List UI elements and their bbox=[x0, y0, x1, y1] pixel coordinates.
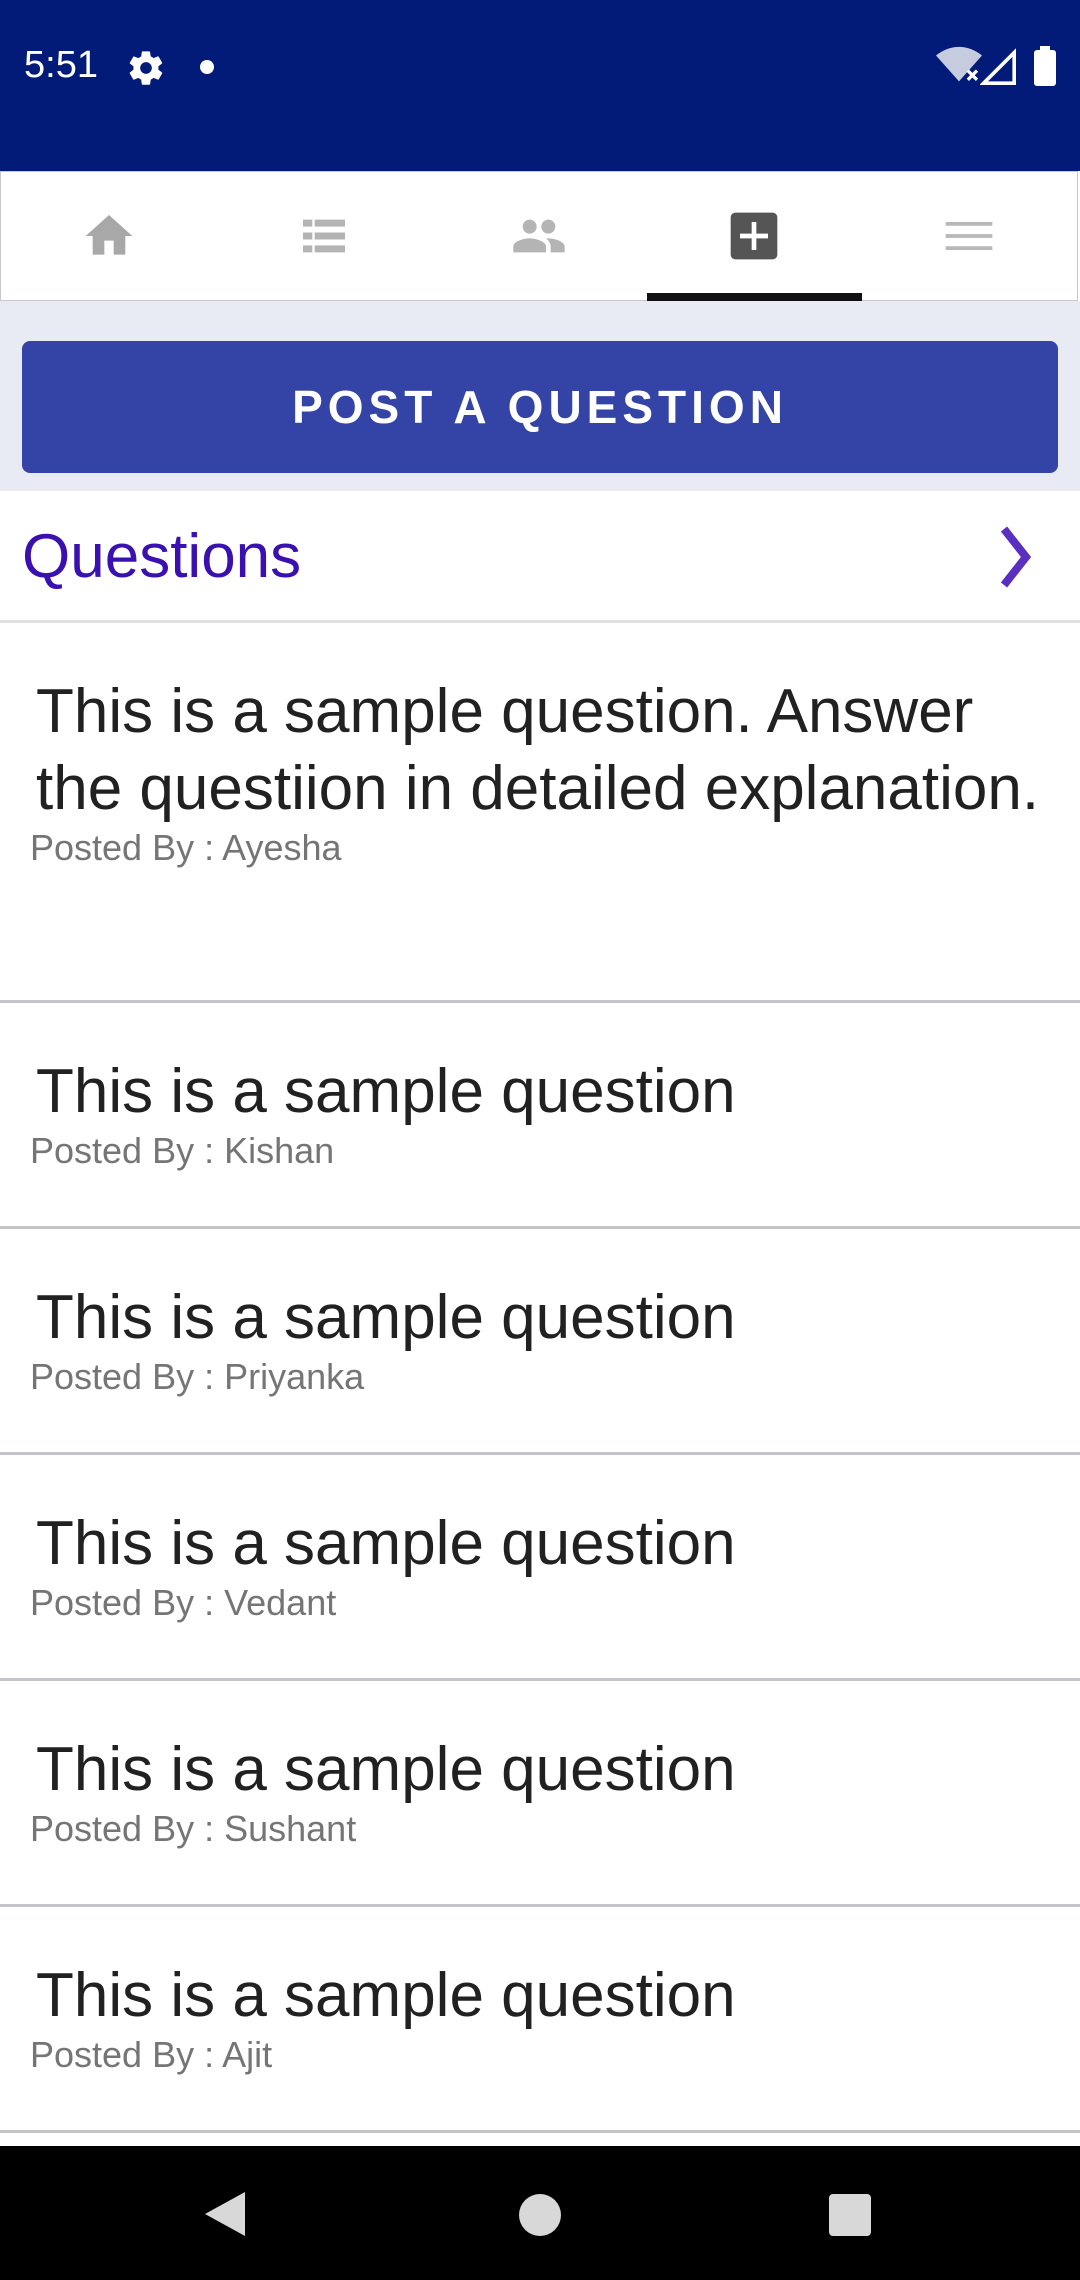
people-icon bbox=[513, 219, 565, 253]
question-item[interactable]: This is a sample question Posted By : Ve… bbox=[0, 1455, 1080, 1681]
back-icon[interactable] bbox=[204, 2192, 246, 2236]
gear-icon bbox=[129, 51, 163, 85]
signal-icon bbox=[980, 48, 1016, 85]
question-item[interactable]: This is a sample question Posted By : Ki… bbox=[0, 1003, 1080, 1229]
posted-by: Posted By : Ajit bbox=[30, 2034, 273, 2075]
tab-home[interactable] bbox=[1, 172, 216, 300]
home-circle-icon[interactable] bbox=[519, 2194, 561, 2236]
system-nav-bar bbox=[0, 2146, 1080, 2280]
questions-header[interactable]: Questions bbox=[0, 491, 1080, 623]
chevron-right-icon[interactable] bbox=[998, 525, 1032, 589]
status-time: 5:51 bbox=[24, 44, 98, 86]
status-bar: 5:51 bbox=[0, 0, 1080, 171]
home-icon bbox=[85, 215, 132, 255]
question-text: This is a sample question bbox=[36, 1735, 736, 1804]
tab-list[interactable] bbox=[216, 172, 431, 300]
posted-by: Posted By : Priyanka bbox=[30, 1356, 365, 1397]
question-item[interactable]: This is a sample question Posted By : Pr… bbox=[0, 1229, 1080, 1455]
tab-menu[interactable] bbox=[862, 172, 1077, 300]
battery-icon bbox=[1034, 46, 1056, 86]
tab-people[interactable] bbox=[431, 172, 646, 300]
posted-by: Posted By : Vedant bbox=[30, 1582, 337, 1623]
question-item[interactable]: This is a sample question. Answer the qu… bbox=[0, 623, 1080, 1003]
tab-add[interactable] bbox=[646, 172, 863, 301]
posted-by: Posted By : Kishan bbox=[30, 1130, 335, 1171]
post-question-button[interactable]: POST A QUESTION bbox=[22, 341, 1058, 473]
question-item[interactable]: This is a sample question Posted By : Aj… bbox=[0, 1907, 1080, 2133]
questions-title: Questions bbox=[22, 522, 302, 591]
wifi-icon bbox=[936, 46, 982, 82]
question-text: This is a sample question bbox=[36, 1961, 736, 2030]
question-item[interactable]: This is a sample question Posted By : Su… bbox=[0, 1681, 1080, 1907]
posted-by: Posted By : Sushant bbox=[30, 1808, 357, 1849]
questions-list: This is a sample question. Answer the qu… bbox=[0, 623, 1080, 2133]
question-text: This is a sample question bbox=[36, 1509, 736, 1578]
question-text: This is a sample question. Answer the qu… bbox=[36, 677, 1040, 823]
dot-icon bbox=[200, 60, 214, 74]
tab-bar bbox=[0, 171, 1078, 301]
add-box-icon bbox=[730, 212, 778, 260]
question-text: This is a sample question bbox=[36, 1283, 736, 1352]
menu-icon bbox=[946, 222, 993, 250]
recents-icon[interactable] bbox=[829, 2194, 871, 2236]
posted-by: Posted By : Ayesha bbox=[30, 827, 342, 868]
list-icon bbox=[302, 219, 345, 253]
question-text: This is a sample question bbox=[36, 1057, 736, 1126]
